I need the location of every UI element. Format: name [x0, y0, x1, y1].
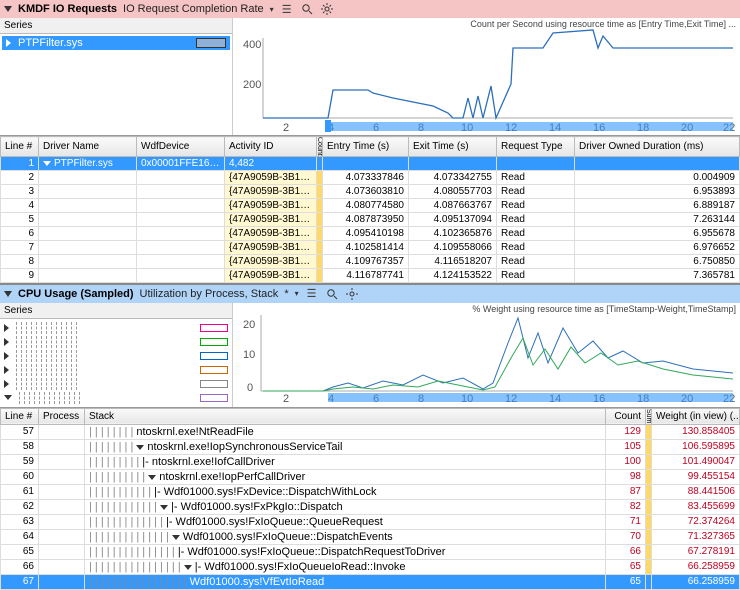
- col-line[interactable]: Line #: [1, 408, 39, 424]
- gear-icon[interactable]: [320, 2, 334, 16]
- col-duration[interactable]: Driver Owned Duration (ms): [575, 137, 740, 157]
- col-line[interactable]: Line #: [1, 137, 39, 157]
- kmdf-panel-header: KMDF IO Requests IO Request Completion R…: [0, 0, 740, 18]
- stack-frame: ntoskrnl.exe!NtReadFile: [136, 426, 253, 438]
- table-row[interactable]: 5{47A9059B-3B1B-00...4.0878739504.095137…: [1, 212, 740, 226]
- presets-icon[interactable]: ☰: [305, 287, 319, 301]
- stack-frame: |- Wdf01000.sys!FxPkgIo::Dispatch: [171, 501, 343, 513]
- stack-frame: |- Wdf01000.sys!FxDevice::DispatchWithLo…: [154, 486, 376, 498]
- stack-frame: |- Wdf01000.sys!FxIoQueueIoRead::Invoke: [195, 561, 406, 573]
- series-item[interactable]: [2, 321, 230, 335]
- table-row[interactable]: 58| | | | | | | | ntoskrnl.exe!IopSynchr…: [1, 439, 740, 454]
- io-requests-table[interactable]: Line # Driver Name WdfDevice Activity ID…: [0, 136, 740, 283]
- col-entry[interactable]: Entry Time (s): [323, 137, 409, 157]
- svg-text:200: 200: [243, 79, 261, 91]
- col-sum[interactable]: Sum: [646, 408, 652, 424]
- series-swatch: [196, 38, 226, 48]
- gear-icon[interactable]: [345, 287, 359, 301]
- table-row[interactable]: 66| | | | | | | | | | | | | | | | |- Wdf…: [1, 559, 740, 574]
- table-row[interactable]: 4{47A9059B-3B1B-00...4.0807745804.087663…: [1, 198, 740, 212]
- col-process[interactable]: Process: [39, 408, 85, 424]
- series-item-label: PTPFilter.sys: [18, 37, 83, 49]
- table-row[interactable]: 59| | | | | | | | | |- ntoskrnl.exe!IofC…: [1, 454, 740, 469]
- stack-frame: |- ntoskrnl.exe!IofCallDriver: [142, 456, 274, 468]
- col-exit[interactable]: Exit Time (s): [409, 137, 497, 157]
- col-count[interactable]: Count: [317, 137, 323, 157]
- table-row[interactable]: 2{47A9059B-3B1B-00...4.0733378464.073342…: [1, 170, 740, 184]
- col-stack[interactable]: Stack: [85, 408, 606, 424]
- col-weight[interactable]: Weight (in view) (...: [652, 408, 740, 424]
- svg-text:2: 2: [283, 393, 289, 405]
- table-row[interactable]: 57| | | | | | | | ntoskrnl.exe!NtReadFil…: [1, 424, 740, 439]
- series-item[interactable]: [2, 335, 230, 349]
- chevron-down-icon[interactable]: ▾: [295, 289, 299, 298]
- series-header: Series: [0, 18, 232, 34]
- cpu-panel-header: CPU Usage (Sampled) Utilization by Proce…: [0, 285, 740, 303]
- table-row[interactable]: 63| | | | | | | | | | | | | |- Wdf01000.…: [1, 514, 740, 529]
- col-activity[interactable]: Activity ID: [225, 137, 317, 157]
- col-reqtype[interactable]: Request Type: [497, 137, 575, 157]
- svg-text:10: 10: [243, 349, 255, 361]
- collapse-icon[interactable]: [4, 291, 12, 297]
- table-row[interactable]: 67| | | | | | | | | | | | | | | | | Wdf0…: [1, 574, 740, 589]
- stack-frame: |- Wdf01000.sys!FxIoQueue::DispatchReque…: [178, 546, 446, 558]
- svg-text:400: 400: [243, 39, 261, 51]
- panel-subtitle[interactable]: Utilization by Process, Stack: [140, 288, 279, 300]
- series-item[interactable]: [2, 377, 230, 391]
- chart-tip: Count per Second using resource time as …: [470, 19, 736, 29]
- col-driver[interactable]: Driver Name: [39, 137, 137, 157]
- series-item-ptpfilter[interactable]: PTPFilter.sys: [2, 36, 230, 50]
- table-row[interactable]: 64| | | | | | | | | | | | | | Wdf01000.s…: [1, 529, 740, 544]
- svg-text:20: 20: [243, 319, 255, 331]
- panel-title: CPU Usage (Sampled): [18, 288, 134, 300]
- table-row[interactable]: 61| | | | | | | | | | | |- Wdf01000.sys!…: [1, 484, 740, 499]
- table-row[interactable]: 6{47A9059B-3B1B-00...4.0954101984.102365…: [1, 226, 740, 240]
- stack-frame: ntoskrnl.exe!IopSynchronousServiceTail: [147, 441, 342, 453]
- table-row[interactable]: 8{47A9059B-3B1B-00...4.1097673574.116518…: [1, 254, 740, 268]
- series-item[interactable]: [2, 349, 230, 363]
- stack-frame: Wdf01000.sys!FxIoQueue::DispatchEvents: [183, 531, 393, 543]
- table-row[interactable]: 62| | | | | | | | | | | | |- Wdf01000.sy…: [1, 499, 740, 514]
- stack-frame: ntoskrnl.exe!IopPerfCallDriver: [159, 471, 305, 483]
- chart-tip: % Weight using resource time as [TimeSta…: [472, 304, 736, 314]
- series-item[interactable]: [2, 363, 230, 377]
- panel-title: KMDF IO Requests: [18, 3, 117, 15]
- table-row[interactable]: 9{47A9059B-3B1B-00...4.1167877414.124153…: [1, 268, 740, 282]
- table-row[interactable]: 7{47A9059B-3B1B-00...4.1025814144.109558…: [1, 240, 740, 254]
- table-row[interactable]: 3{47A9059B-3B1B-00...4.0736038104.080557…: [1, 184, 740, 198]
- panel-subtitle[interactable]: IO Request Completion Rate: [123, 3, 264, 15]
- table-row[interactable]: 1PTPFilter.sys0x00001FFE167...4,482: [1, 156, 740, 170]
- io-chart[interactable]: Count per Second using resource time as …: [233, 18, 740, 135]
- series-header: Series: [0, 303, 232, 319]
- search-icon[interactable]: [325, 287, 339, 301]
- series-legend[interactable]: [0, 319, 232, 407]
- chevron-down-icon[interactable]: ▾: [270, 5, 274, 14]
- series-item[interactable]: [2, 391, 230, 405]
- table-row[interactable]: 65| | | | | | | | | | | | | | | |- Wdf01…: [1, 544, 740, 559]
- cpu-stack-table[interactable]: Line # Process Stack Count Sum Weight (i…: [0, 408, 740, 590]
- stack-frame: |- Wdf01000.sys!FxIoQueue::QueueRequest: [166, 516, 383, 528]
- col-count[interactable]: Count: [606, 408, 646, 424]
- col-wdfdevice[interactable]: WdfDevice: [137, 137, 225, 157]
- cpu-chart[interactable]: % Weight using resource time as [TimeSta…: [233, 303, 740, 407]
- collapse-icon[interactable]: [4, 6, 12, 12]
- svg-text:2: 2: [283, 122, 289, 134]
- search-icon[interactable]: [300, 2, 314, 16]
- presets-icon[interactable]: ☰: [280, 2, 294, 16]
- svg-text:0: 0: [247, 382, 253, 394]
- table-row[interactable]: 60| | | | | | | | | | ntoskrnl.exe!IopPe…: [1, 469, 740, 484]
- stack-frame: Wdf01000.sys!VfEvtIoRead: [190, 576, 325, 588]
